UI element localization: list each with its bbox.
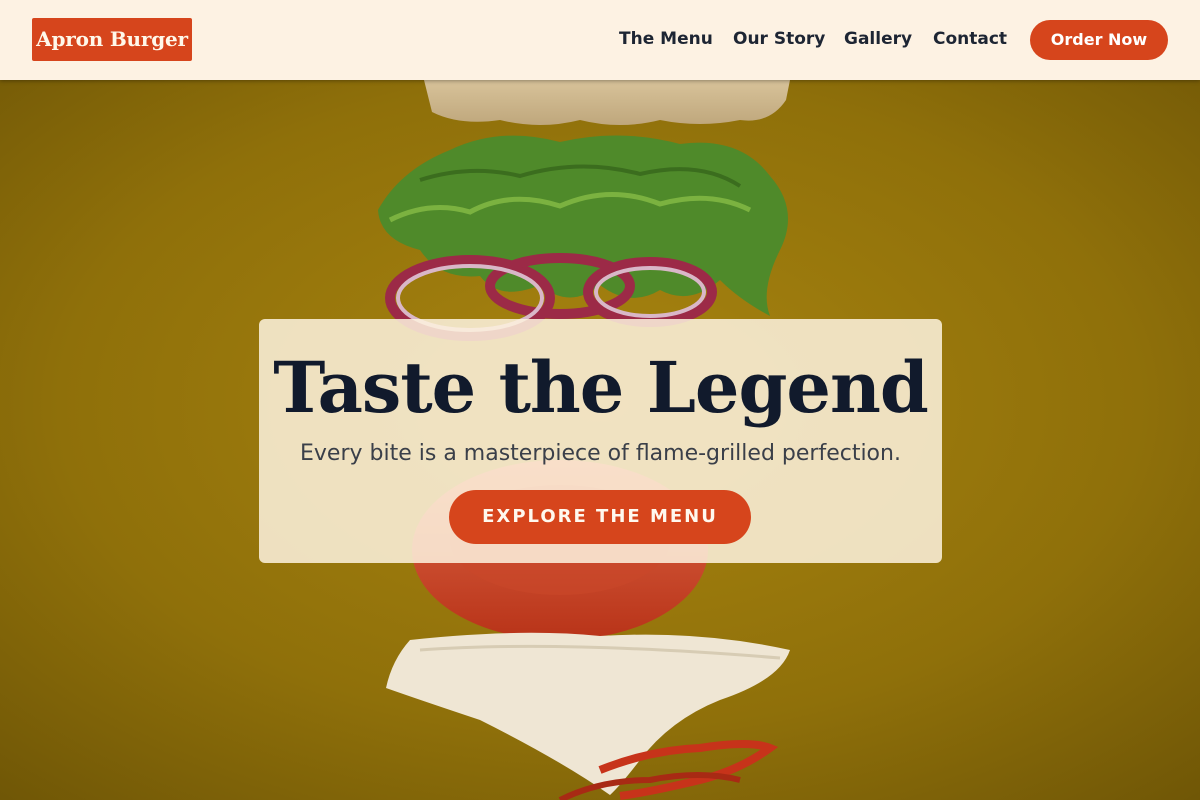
nav-item-the-menu[interactable]: The Menu bbox=[619, 29, 713, 49]
nav-item-gallery[interactable]: Gallery bbox=[844, 29, 912, 49]
hero-card: Taste the Legend Every bite is a masterp… bbox=[259, 319, 942, 563]
site-header: Apron Burger The Menu Our Story Gallery … bbox=[0, 0, 1200, 80]
main-nav: The Menu Our Story Gallery Contact Order… bbox=[0, 0, 1200, 80]
explore-menu-button[interactable]: EXPLORE THE MENU bbox=[449, 490, 751, 544]
nav-item-contact[interactable]: Contact bbox=[933, 29, 1007, 49]
hero-section: Taste the Legend Every bite is a masterp… bbox=[0, 80, 1200, 800]
order-now-button[interactable]: Order Now bbox=[1030, 20, 1168, 60]
hero-subtitle: Every bite is a masterpiece of flame-gri… bbox=[300, 441, 901, 466]
hero-title: Taste the Legend bbox=[273, 346, 929, 429]
nav-item-our-story[interactable]: Our Story bbox=[733, 29, 825, 49]
